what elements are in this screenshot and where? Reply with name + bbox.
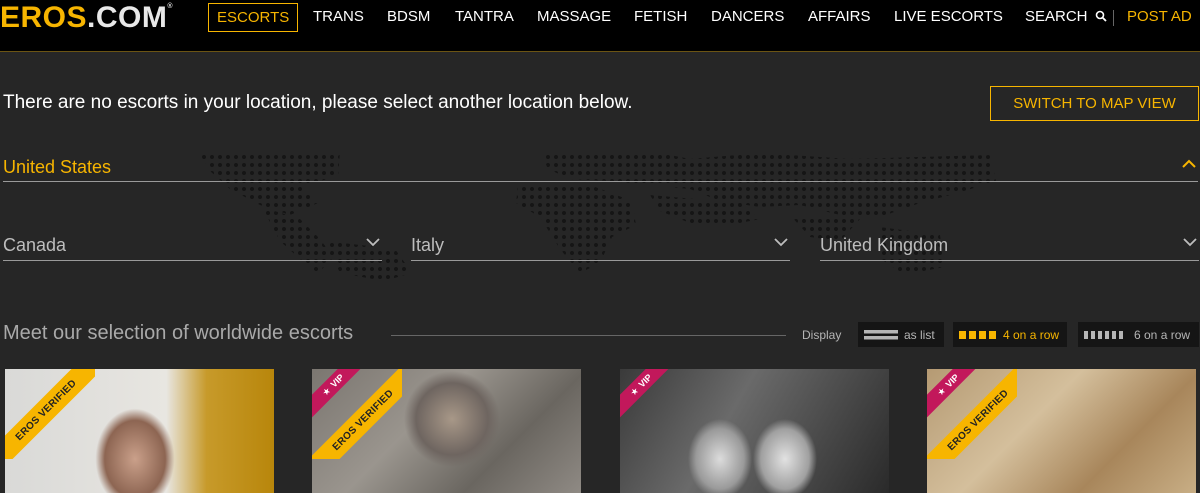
no-escorts-notice: There are no escorts in your location, p… bbox=[3, 92, 633, 113]
country-select-label: United States bbox=[3, 157, 112, 177]
country-select-canada-label: Canada bbox=[3, 235, 67, 255]
nav-divider bbox=[1113, 10, 1114, 26]
eros-logo[interactable]: EROS.COM® bbox=[0, 1, 173, 35]
nav-search-label: SEARCH bbox=[1025, 8, 1088, 25]
vip-label: VIP bbox=[636, 372, 654, 390]
chevron-down-icon bbox=[1183, 238, 1197, 247]
display-label: Display bbox=[802, 328, 842, 342]
display-4-on-a-row-label: 4 on a row bbox=[1003, 327, 1060, 342]
display-as-list-label: as list bbox=[904, 327, 935, 342]
registered-mark: ® bbox=[167, 3, 174, 10]
eros-verified-label: EROS VERIFIED bbox=[5, 369, 95, 459]
nav-escorts[interactable]: ESCORTS bbox=[208, 3, 299, 32]
star-icon: ★ bbox=[934, 384, 948, 398]
nav-dancers[interactable]: DANCERS bbox=[711, 9, 784, 24]
logo-brand: EROS bbox=[0, 1, 88, 34]
page: EROS.COM® ESCORTS TRANS BDSM TANTRA MASS… bbox=[0, 0, 1200, 493]
star-icon: ★ bbox=[319, 384, 333, 398]
search-icon bbox=[1095, 10, 1107, 22]
display-6-on-a-row-option[interactable]: 6 on a row bbox=[1078, 322, 1199, 347]
display-as-list-option[interactable]: as list bbox=[858, 322, 944, 347]
top-navigation-bar: EROS.COM® ESCORTS TRANS BDSM TANTRA MASS… bbox=[0, 0, 1200, 52]
nav-live-escorts[interactable]: LIVE ESCORTS bbox=[894, 9, 1003, 24]
country-select-united-kingdom-label: United Kingdom bbox=[820, 235, 949, 255]
country-select-italy[interactable]: Italy bbox=[411, 232, 790, 261]
country-select-united-kingdom[interactable]: United Kingdom bbox=[820, 232, 1199, 261]
nav-tantra[interactable]: TANTRA bbox=[455, 9, 514, 24]
nav-massage[interactable]: MASSAGE bbox=[537, 9, 611, 24]
country-select-united-states[interactable]: United States bbox=[3, 154, 1198, 182]
vip-ribbon: ★ VIP bbox=[620, 369, 670, 419]
eros-verified-ribbon: EROS VERIFIED bbox=[5, 369, 95, 459]
vip-ribbon: ★ VIP bbox=[927, 369, 977, 419]
post-ad-link[interactable]: POST AD bbox=[1127, 9, 1192, 24]
escort-card[interactable]: EROS VERIFIED ★ VIP bbox=[927, 369, 1196, 493]
escort-card[interactable]: EROS VERIFIED ★ VIP bbox=[312, 369, 581, 493]
list-view-icon bbox=[864, 329, 898, 341]
nav-search[interactable]: SEARCH bbox=[1025, 9, 1107, 24]
nav-trans[interactable]: TRANS bbox=[313, 9, 364, 24]
chevron-up-icon bbox=[1182, 159, 1196, 168]
chevron-down-icon bbox=[366, 238, 380, 247]
vip-ribbon: ★ VIP bbox=[312, 369, 362, 419]
display-6-on-a-row-label: 6 on a row bbox=[1134, 327, 1191, 342]
escort-card[interactable]: ★ VIP bbox=[620, 369, 889, 493]
escort-card[interactable]: EROS VERIFIED bbox=[5, 369, 274, 493]
display-4-on-a-row-option[interactable]: 4 on a row bbox=[953, 322, 1067, 347]
nav-bdsm[interactable]: BDSM bbox=[387, 9, 430, 24]
section-divider bbox=[391, 335, 786, 336]
vip-label: VIP bbox=[943, 372, 961, 390]
grid-6-icon bbox=[1084, 330, 1128, 340]
section-title: Meet our selection of worldwide escorts bbox=[3, 322, 354, 344]
nav-fetish[interactable]: FETISH bbox=[634, 9, 687, 24]
star-icon: ★ bbox=[627, 384, 641, 398]
grid-4-icon bbox=[959, 330, 997, 340]
vip-label: VIP bbox=[328, 372, 346, 390]
country-select-canada[interactable]: Canada bbox=[3, 232, 382, 261]
nav-affairs[interactable]: AFFAIRS bbox=[808, 9, 871, 24]
switch-to-map-view-button[interactable]: SWITCH TO MAP VIEW bbox=[990, 86, 1199, 121]
logo-tld: .COM bbox=[87, 1, 168, 34]
country-select-italy-label: Italy bbox=[411, 235, 445, 255]
chevron-down-icon bbox=[774, 238, 788, 247]
